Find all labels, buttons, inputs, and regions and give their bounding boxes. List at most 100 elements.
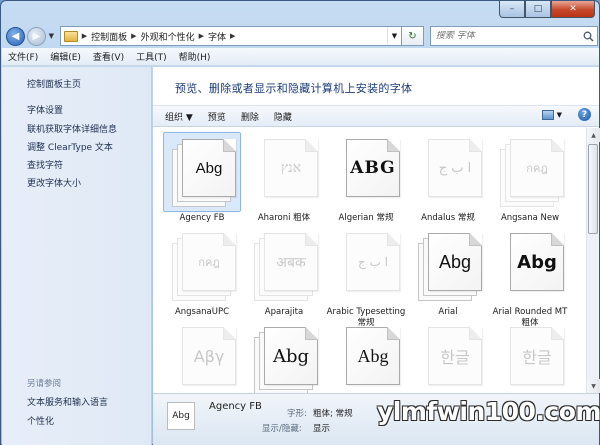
- help-icon[interactable]: ?: [578, 108, 591, 121]
- font-icon: Abg: [327, 320, 405, 393]
- refresh-icon: ↻: [408, 30, 417, 42]
- selected-font-preview: Abg: [167, 402, 195, 430]
- nav-control-panel-home[interactable]: 控制面板主页: [27, 77, 81, 90]
- organize-button[interactable]: 组织 ▼: [165, 110, 193, 123]
- chevron-right-icon[interactable]: ▶: [131, 32, 136, 40]
- nav-find-character[interactable]: 查找字符: [27, 158, 63, 171]
- font-icon: กคฎ: [163, 226, 241, 306]
- page-title: 预览、删除或者显示和隐藏计算机上安装的字体: [175, 82, 413, 95]
- nav-change-font-size[interactable]: 更改字体大小: [27, 176, 81, 189]
- see-also-heading: 另请参阅: [27, 379, 62, 389]
- delete-button[interactable]: 删除: [241, 110, 259, 123]
- breadcrumb[interactable]: ▶ 控制面板 ▶ 外观和个性化 ▶ 字体 ▶ ▼: [59, 26, 402, 46]
- font-sample: ا ب ج: [438, 160, 472, 176]
- recent-pages-dropdown[interactable]: ▼: [47, 32, 56, 40]
- font-item[interactable]: ABG Algerian 常规: [325, 132, 407, 224]
- caption-buttons: – □ ✕: [499, 1, 595, 18]
- font-sample: Abg: [357, 345, 389, 366]
- font-name: AngsanaUPC: [174, 307, 230, 317]
- breadcrumb-appearance[interactable]: 外观和个性化: [141, 30, 195, 43]
- font-icon: 한글: [409, 320, 487, 393]
- chevron-right-icon[interactable]: ▶: [230, 32, 235, 40]
- menu-edit[interactable]: 编辑(E): [50, 50, 81, 63]
- address-row: ◀ ▶ ▼ ▶ 控制面板 ▶ 外观和个性化 ▶ 字体 ▶ ▼ ↻: [6, 25, 598, 47]
- font-item[interactable]: 한글: [489, 320, 571, 393]
- content-pane: 预览、删除或者显示和隐藏计算机上安装的字体 组织 ▼ 预览 删除 隐藏 ▼ ? …: [153, 67, 600, 445]
- view-icon: [541, 109, 554, 120]
- search-input[interactable]: [435, 31, 579, 41]
- nav-adjust-cleartype[interactable]: 调整 ClearType 文本: [27, 140, 113, 153]
- font-sample: ا ب ج: [357, 255, 388, 269]
- hide-button[interactable]: 隐藏: [274, 110, 292, 123]
- preview-button[interactable]: 预览: [208, 110, 226, 123]
- font-icon: Αβγ: [163, 320, 241, 393]
- close-button[interactable]: ✕: [551, 1, 595, 18]
- font-item[interactable]: ا ب ج Arabic Typesetting 常规: [325, 226, 407, 329]
- font-item[interactable]: अबक Aparajita: [243, 226, 325, 318]
- font-sample: Abg: [272, 345, 310, 367]
- font-icon: ا ب ج: [327, 226, 405, 306]
- refresh-button[interactable]: ↻: [401, 26, 424, 46]
- font-item[interactable]: ا ب ج Andalus 常规: [407, 132, 489, 224]
- font-icon: Abg: [163, 132, 241, 212]
- chevron-right-icon[interactable]: ▶: [199, 32, 204, 40]
- address-dropdown[interactable]: ▼: [386, 27, 401, 45]
- menu-tools[interactable]: 工具(T): [136, 50, 167, 63]
- font-name: Andalus 常规: [421, 213, 475, 223]
- scroll-thumb[interactable]: [588, 144, 598, 234]
- font-item[interactable]: Abg Agency FB: [161, 132, 243, 224]
- change-view-button[interactable]: ▼: [541, 109, 562, 120]
- font-sample: Abg: [517, 251, 557, 273]
- selected-font-name: Agency FB: [209, 401, 262, 412]
- font-name: Aharoni 粗体: [257, 213, 311, 223]
- font-item[interactable]: กคฎ AngsanaUPC: [161, 226, 243, 318]
- show-hide-value: 显示: [313, 424, 331, 434]
- font-name: Agency FB: [179, 213, 225, 223]
- forward-button[interactable]: ▶: [26, 26, 46, 46]
- back-button[interactable]: ◀: [6, 26, 25, 46]
- font-item[interactable]: กคฎ Angsana New: [489, 132, 571, 224]
- font-item[interactable]: Abg Arial: [407, 226, 489, 318]
- search-icon[interactable]: [579, 31, 597, 42]
- nav-font-settings[interactable]: 字体设置: [27, 103, 63, 116]
- menu-file[interactable]: 文件(F): [8, 50, 38, 63]
- font-name: Angsana New: [500, 213, 560, 223]
- menu-help[interactable]: 帮助(H): [179, 50, 211, 63]
- font-sample: Abg: [438, 251, 472, 272]
- font-item[interactable]: Αβγ: [161, 320, 243, 393]
- chevron-right-icon[interactable]: ▶: [82, 32, 87, 40]
- nav-get-font-info-online[interactable]: 联机获取字体详细信息: [27, 122, 117, 135]
- font-sample: กคฎ: [526, 162, 548, 175]
- font-item[interactable]: אנץ Aharoni 粗体: [243, 132, 325, 224]
- font-sample: ABG: [350, 158, 396, 178]
- font-sample: 한글: [522, 348, 552, 367]
- font-sample: אנץ: [280, 159, 302, 176]
- font-name: Aparajita: [264, 307, 304, 317]
- font-sample: Αβγ: [193, 346, 225, 366]
- font-icon: 한글: [491, 320, 569, 393]
- font-name: Arial: [438, 307, 458, 317]
- search-box[interactable]: [429, 26, 598, 46]
- scroll-down-arrow[interactable]: ▼: [587, 379, 600, 393]
- explorer-window: – □ ✕ ◀ ▶ ▼ ▶ 控制面板 ▶ 外观和个性化 ▶ 字体 ▶ ▼ ↻ 文…: [0, 0, 600, 445]
- minimize-button[interactable]: –: [499, 1, 525, 18]
- font-item[interactable]: Abg: [325, 320, 407, 393]
- font-item[interactable]: 한글: [407, 320, 489, 393]
- menu-view[interactable]: 查看(V): [93, 50, 124, 63]
- font-sample: กคฎ: [198, 256, 220, 269]
- font-icon: ا ب ج: [409, 132, 487, 212]
- site-watermark: ylmfwin100.com: [377, 397, 600, 426]
- font-sample: अबक: [276, 254, 306, 271]
- nav-text-services[interactable]: 文本服务和输入语言: [27, 395, 108, 408]
- vertical-scrollbar[interactable]: ▲ ▼: [586, 128, 600, 393]
- breadcrumb-fonts[interactable]: 字体: [208, 30, 226, 43]
- font-icon: กคฎ: [491, 132, 569, 212]
- font-item[interactable]: Abg Arial Rounded MT 粗体: [489, 226, 571, 329]
- scroll-up-arrow[interactable]: ▲: [587, 128, 600, 142]
- font-item[interactable]: Abg: [243, 320, 325, 393]
- nav-personalization[interactable]: 个性化: [27, 414, 54, 427]
- font-sample: 한글: [440, 348, 470, 367]
- control-panel-icon: [63, 30, 78, 42]
- maximize-button[interactable]: □: [525, 1, 551, 18]
- breadcrumb-control-panel[interactable]: 控制面板: [91, 30, 127, 43]
